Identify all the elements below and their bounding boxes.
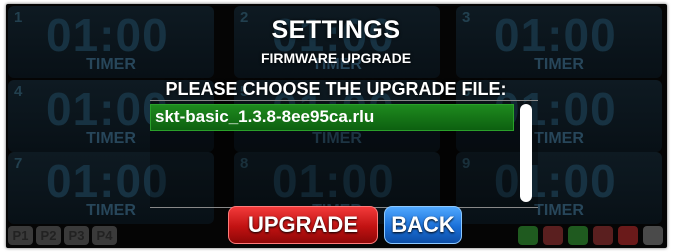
layout-grid-icon[interactable] <box>593 226 613 245</box>
layout-grid-icon[interactable] <box>543 226 563 245</box>
file-list[interactable]: skt-basic_1.3.8-8ee95ca.rlu <box>150 100 538 208</box>
device-screen: 1 01:00 TIMER 2 01:00 TIMER 3 01:00 TIME… <box>6 4 667 248</box>
gear-icon[interactable] <box>643 226 663 245</box>
dialog-title: SETTINGS <box>271 16 401 44</box>
tile-number: 4 <box>14 83 23 100</box>
preset-button[interactable]: P2 <box>36 226 61 245</box>
upgrade-button[interactable]: UPGRADE <box>228 206 378 244</box>
preset-bar: P1 P2 P3 P4 <box>8 226 117 245</box>
back-button[interactable]: BACK <box>384 206 462 244</box>
lock-icon[interactable] <box>618 226 638 245</box>
preset-button[interactable]: P3 <box>64 226 89 245</box>
firmware-upgrade-dialog: SETTINGS FIRMWARE UPGRADE PLEASE CHOOSE … <box>136 12 538 248</box>
tile-number: 1 <box>14 9 23 26</box>
layout-bar <box>518 226 663 245</box>
dialog-prompt: PLEASE CHOOSE THE UPGRADE FILE: <box>165 79 507 99</box>
tile-number: 7 <box>14 155 23 172</box>
scrollbar[interactable] <box>520 104 532 202</box>
file-list-item[interactable]: skt-basic_1.3.8-8ee95ca.rlu <box>150 104 514 131</box>
preset-button[interactable]: P1 <box>8 226 33 245</box>
preset-button[interactable]: P4 <box>92 226 117 245</box>
dialog-subtitle: FIRMWARE UPGRADE <box>260 50 412 66</box>
layout-grid-icon[interactable] <box>568 226 588 245</box>
